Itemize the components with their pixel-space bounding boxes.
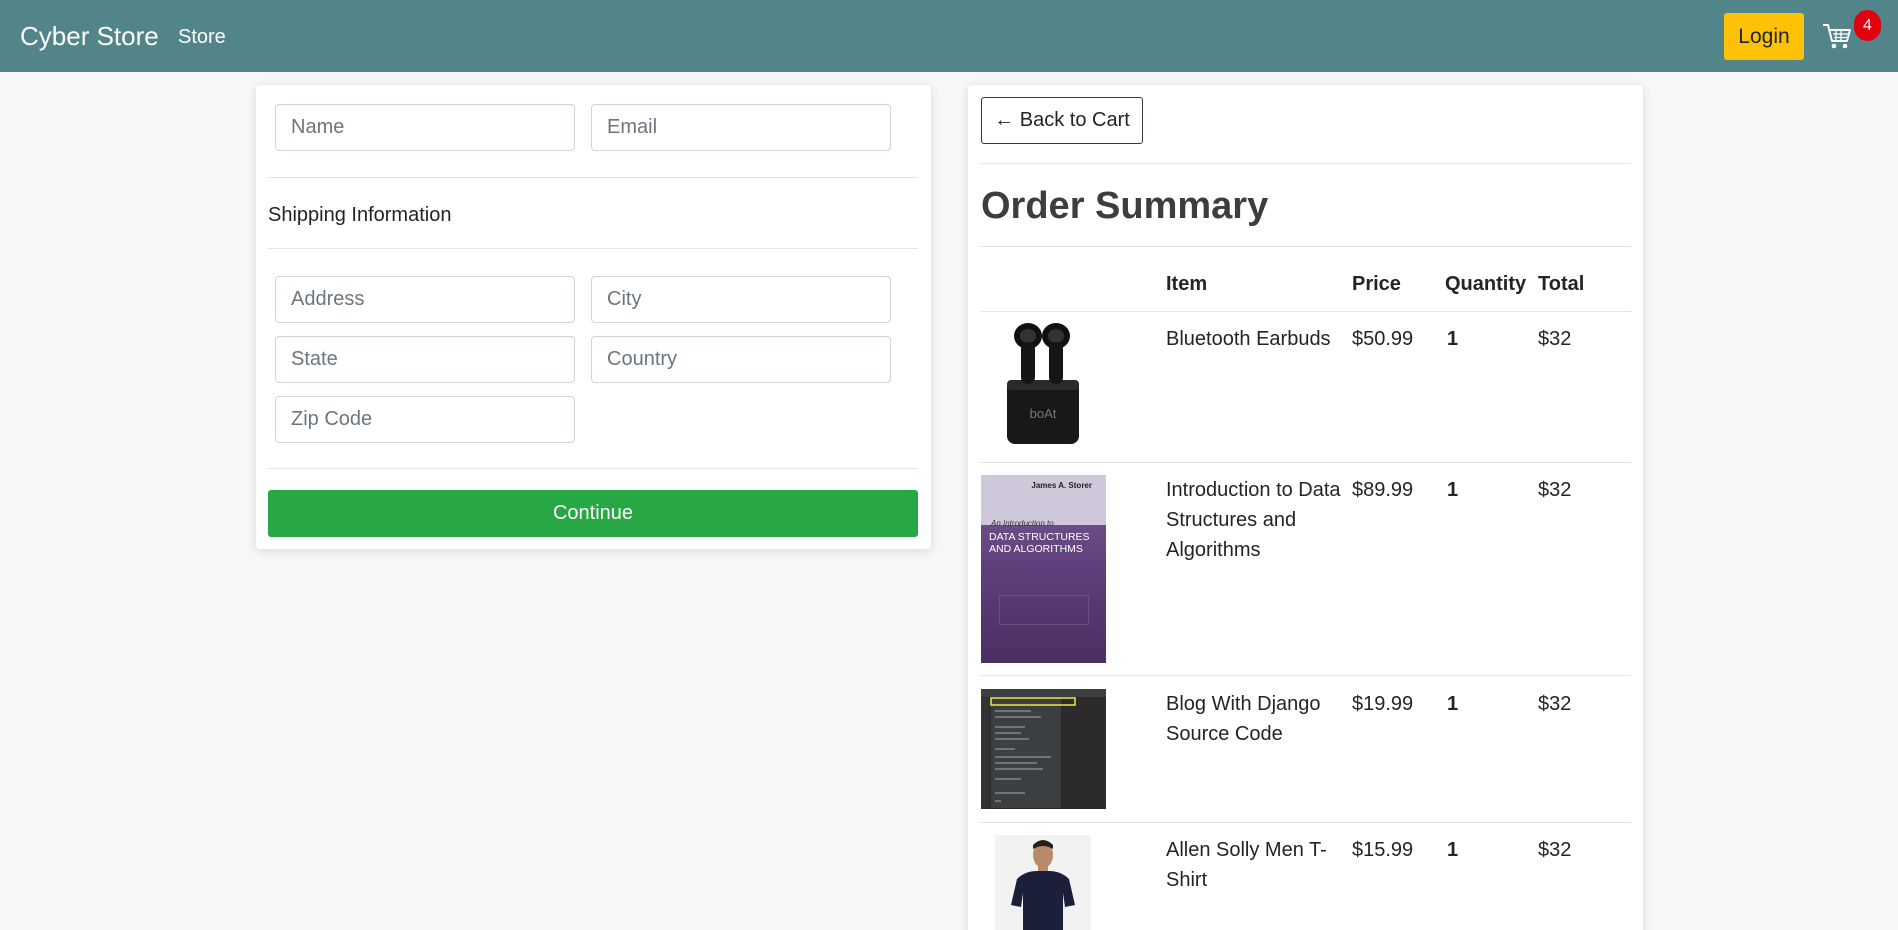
item-total: $32 [1538, 839, 1572, 861]
continue-button[interactable]: Continue [268, 490, 918, 537]
item-quantity: 1 [1447, 693, 1459, 715]
divider [981, 311, 1631, 312]
checkout-form-card: Shipping Information Continue [256, 85, 931, 549]
email-input[interactable] [591, 104, 891, 151]
item-price: $50.99 [1352, 328, 1414, 350]
divider [981, 462, 1631, 463]
nav-link-store[interactable]: Store [178, 26, 226, 49]
divider [981, 675, 1631, 676]
header-quantity: Quantity [1445, 273, 1527, 295]
back-to-cart-button[interactable]: ← Back to Cart [981, 97, 1143, 144]
item-total: $32 [1538, 479, 1572, 501]
item-price: $15.99 [1352, 839, 1414, 861]
tshirt-model-image [995, 835, 1091, 930]
earbuds-image: boAt [1007, 323, 1079, 444]
divider [268, 468, 918, 469]
item-name: Blog With Django Source Code [1166, 693, 1321, 745]
item-total: $32 [1538, 328, 1572, 350]
item-name: Introduction to Data Structures and Algo… [1166, 479, 1341, 561]
book-title: DATA STRUCTURES AND ALGORITHMS [989, 531, 1090, 555]
navbar: Cyber Store Store Login 4 [0, 0, 1898, 72]
shopping-cart-icon[interactable] [1822, 22, 1852, 50]
city-input[interactable] [591, 276, 891, 323]
header-price: Price [1352, 273, 1401, 295]
book-author: James A. Storer [1031, 481, 1092, 490]
divider [981, 246, 1631, 247]
country-input[interactable] [591, 336, 891, 383]
divider [981, 822, 1631, 823]
item-price: $19.99 [1352, 693, 1414, 715]
cart-count-badge: 4 [1854, 10, 1881, 41]
divider [981, 163, 1631, 164]
item-quantity: 1 [1447, 328, 1459, 350]
book-subtitle: An Introduction to [991, 519, 1054, 528]
divider [268, 248, 918, 249]
login-button[interactable]: Login [1724, 13, 1804, 60]
divider [268, 177, 918, 178]
shipping-info-title: Shipping Information [268, 204, 452, 226]
code-editor-screenshot-image [981, 689, 1106, 809]
item-total: $32 [1538, 693, 1572, 715]
order-summary-card: ← Back to Cart Order Summary Item Price … [968, 85, 1643, 930]
item-name: Allen Solly Men T-Shirt [1166, 839, 1327, 891]
svg-text:boAt: boAt [1030, 406, 1057, 421]
header-item: Item [1166, 273, 1208, 295]
order-summary-title: Order Summary [981, 185, 1269, 227]
item-price: $89.99 [1352, 479, 1414, 501]
header-total: Total [1538, 273, 1585, 295]
brand-logo[interactable]: Cyber Store [20, 21, 159, 52]
zip-code-input[interactable] [275, 396, 575, 443]
address-input[interactable] [275, 276, 575, 323]
state-input[interactable] [275, 336, 575, 383]
item-name: Bluetooth Earbuds [1166, 328, 1331, 350]
book-cover-image: James A. Storer An Introduction to DATA … [981, 475, 1106, 663]
name-input[interactable] [275, 104, 575, 151]
item-quantity: 1 [1447, 839, 1459, 861]
item-quantity: 1 [1447, 479, 1459, 501]
